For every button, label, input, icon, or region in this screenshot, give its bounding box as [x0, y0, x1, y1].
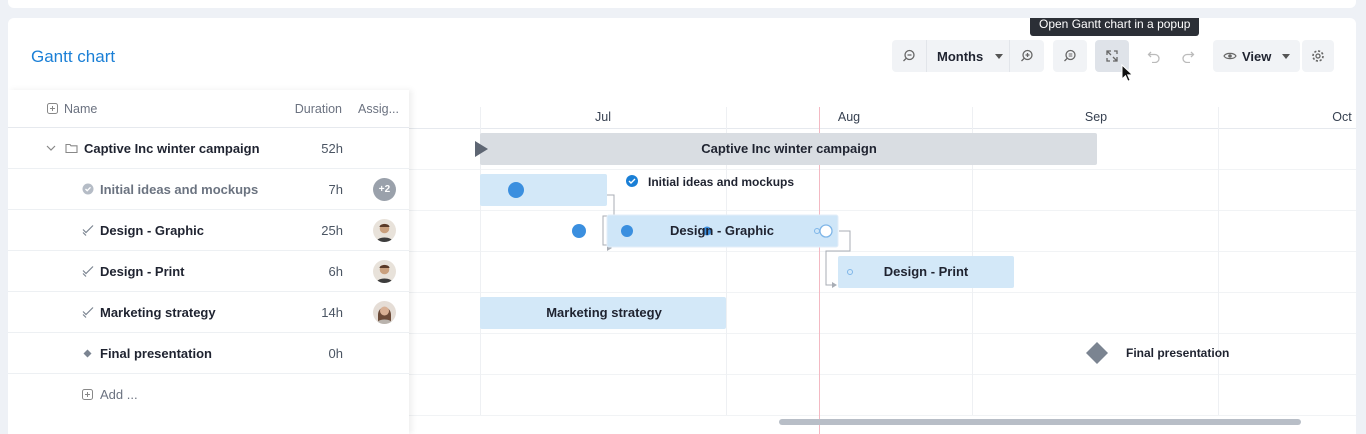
task-side-label[interactable]: Initial ideas and mockups — [648, 175, 794, 189]
table-row[interactable]: Marketing strategy 14h — [8, 292, 409, 333]
add-row[interactable]: Add ... — [8, 374, 409, 415]
table-row[interactable]: Design - Print 6h — [8, 251, 409, 292]
expand-icon — [1106, 50, 1118, 62]
zoom-level-label: Months — [937, 48, 984, 64]
avatar-overflow-badge[interactable]: +2 — [373, 178, 396, 201]
zoom-group: Months — [892, 40, 1044, 72]
name-column-header[interactable]: Name — [64, 90, 97, 127]
task-name: Design - Print — [100, 263, 185, 279]
avatar[interactable] — [373, 219, 396, 242]
zoom-in-button[interactable] — [1010, 40, 1044, 72]
add-task-icon[interactable] — [47, 90, 58, 127]
milestone-label[interactable]: Final presentation — [1126, 346, 1229, 360]
cursor-arrow-icon — [1121, 64, 1134, 82]
task-bar-label[interactable]: Design - Print — [884, 264, 969, 279]
horizontal-scrollbar[interactable] — [779, 419, 1301, 425]
table-row[interactable]: Design - Graphic 25h — [8, 210, 409, 251]
task-name: Initial ideas and mockups — [100, 181, 259, 197]
task-name: Marketing strategy — [100, 304, 216, 320]
undo-button[interactable] — [1137, 40, 1171, 72]
task-duration: 14h — [321, 304, 343, 320]
zoom-in-icon — [1021, 49, 1033, 62]
timeline-canvas — [409, 107, 1356, 434]
task-duration: 0h — [328, 345, 343, 361]
gear-icon — [1312, 50, 1324, 62]
settings-group — [1302, 40, 1334, 72]
task-duration: 25h — [321, 222, 343, 238]
zoom-to-fit-button[interactable] — [1053, 40, 1087, 72]
table-row[interactable]: Captive Inc winter campaign 52h — [8, 128, 409, 169]
task-bar-ideas — [480, 174, 607, 206]
task-check-icon — [82, 210, 94, 250]
task-bar-label[interactable]: Marketing strategy — [546, 305, 662, 320]
tooltip: Open Gantt chart in a popup — [1030, 18, 1200, 36]
chevron-down-icon — [995, 53, 1003, 59]
month-label: Aug — [837, 110, 861, 124]
milestone-icon — [83, 333, 92, 373]
task-check-icon — [82, 251, 94, 291]
view-button[interactable]: View — [1213, 40, 1300, 72]
task-grid: Name Duration Assig... Captive Inc winte… — [8, 90, 409, 434]
zoom-out-icon — [903, 49, 915, 62]
table-row[interactable]: Final presentation 0h — [8, 333, 409, 374]
folder-icon — [65, 128, 78, 168]
task-duration: 7h — [328, 181, 343, 197]
redo-icon — [1182, 51, 1195, 63]
page-title: Gantt chart — [31, 47, 116, 66]
duration-column-header[interactable]: Duration — [295, 90, 342, 127]
avatar[interactable] — [373, 260, 396, 283]
month-label: Jul — [595, 110, 611, 124]
task-duration: 6h — [328, 263, 343, 279]
add-task-label: Add ... — [100, 387, 138, 402]
eye-icon — [1223, 52, 1237, 60]
history-group — [1137, 40, 1205, 72]
chevron-down-icon[interactable] — [46, 128, 56, 168]
table-row[interactable]: Initial ideas and mockups 7h +2 — [8, 169, 409, 210]
zoom-level-select[interactable]: Months — [926, 40, 1010, 72]
task-name: Captive Inc winter campaign — [84, 140, 260, 156]
milestone-marker — [1086, 342, 1108, 364]
month-label: Oct — [1332, 110, 1352, 124]
avatar[interactable] — [373, 301, 396, 324]
summary-bar-label[interactable]: Captive Inc winter campaign — [701, 141, 877, 156]
zoom-out-button[interactable] — [892, 40, 926, 72]
settings-button[interactable] — [1302, 40, 1334, 72]
gantt-panel: Gantt chart Months View Open Gantt chart… — [8, 18, 1356, 434]
zoom-fit-icon — [1064, 49, 1076, 62]
assignees-column-header[interactable]: Assig... — [358, 90, 399, 127]
task-name: Design - Graphic — [100, 222, 205, 238]
chevron-down-icon — [1282, 53, 1291, 59]
task-bar-label[interactable]: Design - Graphic — [670, 223, 774, 238]
month-label: Sep — [1084, 110, 1108, 124]
view-label: View — [1242, 48, 1272, 64]
view-group: View — [1213, 40, 1301, 72]
task-name: Final presentation — [100, 345, 212, 361]
gantt-timeline: Jul Aug Sep Oct Captive Inc winter campa… — [409, 90, 1356, 434]
grid-header: Name Duration Assig... — [8, 90, 409, 128]
zoom-to-fit-group — [1053, 40, 1087, 72]
check-circle-icon — [626, 175, 638, 187]
check-circle-icon — [82, 169, 94, 209]
plus-square-icon — [82, 374, 93, 415]
task-duration: 52h — [321, 140, 343, 156]
redo-button[interactable] — [1171, 40, 1205, 72]
top-strip — [8, 0, 1356, 8]
task-check-icon — [82, 292, 94, 332]
undo-icon — [1147, 51, 1160, 63]
